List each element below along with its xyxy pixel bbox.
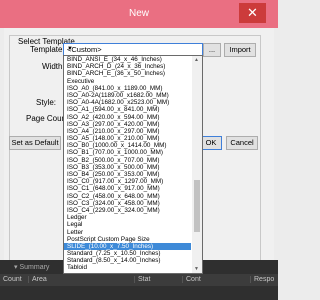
- dropdown-item[interactable]: Ledger: [64, 214, 191, 221]
- dropdown-item[interactable]: ISO_A5_(148.00_x_210.00_MM): [64, 135, 191, 142]
- dropdown-item[interactable]: ISO_C3_(324.00_x_458.00_MM): [64, 200, 191, 207]
- dropdown-item[interactable]: BIND_ARCH_D_(24_x_36_Inches): [64, 63, 191, 70]
- dropdown-item[interactable]: ISO_A2_(420.00_x_594.00_MM): [64, 114, 191, 121]
- column-header[interactable]: Cont: [182, 276, 201, 283]
- set-as-default-button[interactable]: Set as Default: [9, 136, 61, 150]
- summary-tab[interactable]: ▾ Summary: [14, 263, 49, 271]
- dropdown-item[interactable]: Executive: [64, 78, 191, 85]
- dropdown-item[interactable]: ISO_A4_(210.00_x_297.00_MM): [64, 128, 191, 135]
- dropdown-item[interactable]: Legal: [64, 221, 191, 228]
- scroll-up-icon[interactable]: ▲: [194, 57, 199, 63]
- chevron-down-icon[interactable]: ▼: [67, 44, 200, 55]
- close-button[interactable]: ✕: [239, 3, 266, 23]
- dropdown-item[interactable]: Standard_(7.25_x_10.50_Inches): [64, 250, 191, 257]
- dropdown-item[interactable]: Standard_(8.50_x_14.00_Inches): [64, 257, 191, 264]
- dropdown-item[interactable]: ISO_A3_(297.00_x_420.00_MM): [64, 121, 191, 128]
- dropdown-item[interactable]: ISO_A0-4A(1682.00_x2523.00_MM): [64, 99, 191, 106]
- dropdown-item[interactable]: ISO_B1_(707.00_x_1000.00_MM): [64, 149, 191, 156]
- import-button[interactable]: Import: [224, 43, 256, 57]
- dropdown-item[interactable]: ISO_A1_(594.00_x_841.00_MM): [64, 106, 191, 113]
- dropdown-item[interactable]: PostScript Custom Page Size: [64, 236, 191, 243]
- dropdown-item[interactable]: ISO_B0_(1000.00_x_1414.00_MM): [64, 142, 191, 149]
- dropdown-item[interactable]: ISO_A0-2A(1189.00_x1682.00_MM): [64, 92, 191, 99]
- dropdown-item[interactable]: Tabloid: [64, 264, 191, 271]
- template-dropdown-list[interactable]: BIND_ANSI_E_(34_x_46_Inches) BIND_ARCH_D_…: [63, 55, 203, 274]
- template-label: Template: [30, 45, 63, 54]
- summary-table-header: Count Area Stat Cont Respo: [0, 274, 278, 286]
- dropdown-scrollbar[interactable]: ▲ ▼: [192, 56, 202, 273]
- dropdown-item[interactable]: ISO_C2_(458.00_x_648.00_MM): [64, 193, 191, 200]
- dropdown-item[interactable]: ISO_A0_(841.00_x_1189.00_MM): [64, 85, 191, 92]
- column-header[interactable]: Count: [0, 276, 22, 283]
- title-bar: New ✕: [0, 0, 278, 28]
- dropdown-item[interactable]: ISO_B4_(250.00_x_353.00_MM): [64, 171, 191, 178]
- style-label: Style:: [36, 98, 57, 107]
- dropdown-item[interactable]: BIND_ARCH_E_(36_x_50_Inches): [64, 70, 191, 77]
- scrollbar-thumb[interactable]: [194, 180, 200, 232]
- width-label: Width: [42, 62, 63, 71]
- column-header[interactable]: Area: [28, 276, 47, 283]
- browse-button[interactable]: ...: [203, 43, 221, 57]
- column-header[interactable]: Respo: [250, 276, 274, 283]
- scroll-down-icon[interactable]: ▼: [194, 266, 199, 272]
- dropdown-item[interactable]: ISO_B2_(500.00_x_707.00_MM): [64, 157, 191, 164]
- window-title: New: [128, 8, 149, 19]
- dropdown-item[interactable]: ISO_C1_(648.00_x_917.00_MM): [64, 185, 191, 192]
- dropdown-item[interactable]: ISO_B3_(353.00_x_500.00_MM): [64, 164, 191, 171]
- dropdown-item[interactable]: BIND_ANSI_E_(34_x_46_Inches): [64, 56, 191, 63]
- summary-label: Summary: [19, 264, 50, 271]
- ok-button[interactable]: OK: [200, 136, 222, 150]
- dropdown-item[interactable]: SLIDE_(10.00_x_7.50_Inches): [64, 242, 191, 251]
- dropdown-item[interactable]: ISO_C4_(229.00_x_324.00_MM): [64, 207, 191, 214]
- column-header[interactable]: Stat: [134, 276, 150, 283]
- dropdown-items: BIND_ANSI_E_(34_x_46_Inches) BIND_ARCH_D_…: [64, 56, 202, 272]
- dropdown-item[interactable]: Letter: [64, 229, 191, 236]
- cancel-button[interactable]: Cancel: [226, 136, 258, 150]
- dropdown-item[interactable]: ISO_C0_(917.00_x_1297.00_MM): [64, 178, 191, 185]
